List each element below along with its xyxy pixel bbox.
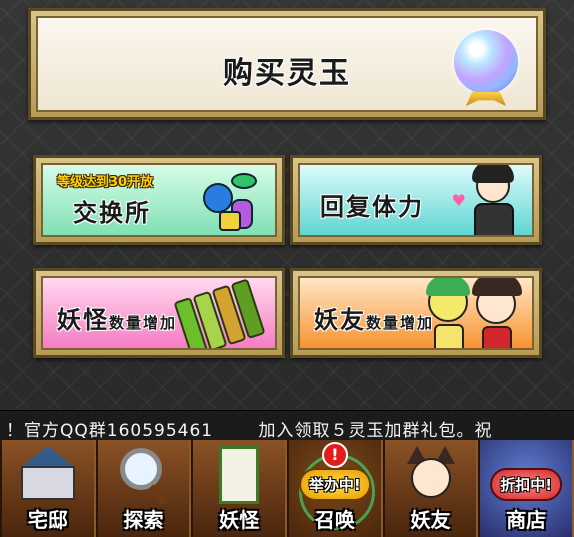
increase-friend-button[interactable]: 妖友数量增加 — [290, 268, 542, 358]
announcement-ticker: ！官方QQ群160595461 加入领取５灵玉加群礼包。祝 — [0, 410, 574, 440]
buy-jade-button[interactable]: 购买灵玉 — [28, 8, 546, 120]
tab-yokai[interactable]: 妖怪 — [191, 440, 288, 537]
yokai-inc-panel: 妖怪数量增加 — [41, 276, 277, 350]
tab-yokai-label: 妖怪 — [219, 508, 260, 532]
exchange-panel: 等级达到30开放 交换所 — [41, 163, 277, 237]
friends-icon — [426, 278, 526, 348]
recover-label: 回复体力 — [320, 193, 424, 221]
exchange-button[interactable]: 等级达到30开放 交换所 — [33, 155, 285, 245]
orb-stand-icon — [466, 92, 506, 106]
yokai-inc-main: 妖怪 — [57, 306, 109, 334]
bottom-tab-bar: 宅邸 探索 妖怪 ! 举办中! 召唤 妖友 折扣中! 商店 — [0, 440, 574, 537]
tab-shop[interactable]: 折扣中! 商店 — [478, 440, 574, 537]
tab-home[interactable]: 宅邸 — [0, 440, 96, 537]
friend-inc-suffix: 数量增加 — [366, 314, 435, 332]
catgirl-icon — [403, 446, 459, 506]
increase-yokai-button[interactable]: 妖怪数量增加 — [33, 268, 285, 358]
tab-explore-label: 探索 — [123, 508, 164, 532]
exchange-unlock-note: 等级达到30开放 — [57, 175, 154, 190]
yokai-inc-label: 妖怪数量增加 — [57, 300, 177, 335]
ticker-message-1: ！官方QQ群160595461 — [6, 421, 214, 440]
shop-sale-badge: 折扣中! — [490, 468, 563, 501]
friend-inc-panel: 妖友数量增加 — [298, 276, 534, 350]
friend-inc-main: 妖友 — [314, 306, 366, 334]
alert-icon: ! — [321, 442, 348, 468]
heart-icon: ♥ — [451, 191, 466, 210]
house-icon — [13, 446, 83, 502]
recover-stamina-button[interactable]: 回复体力 ♥ — [290, 155, 542, 245]
recover-panel: 回复体力 ♥ — [298, 163, 534, 237]
scroll-icon — [211, 446, 267, 506]
tab-summon[interactable]: ! 举办中! 召唤 — [287, 440, 383, 537]
tab-friend-label: 妖友 — [410, 508, 451, 532]
exchange-label: 交换所 — [73, 199, 151, 227]
ticker-message-2: 加入领取５灵玉加群礼包。祝 — [258, 421, 493, 440]
yokai-inc-suffix: 数量增加 — [109, 314, 178, 332]
jade-orb-icon — [454, 30, 518, 94]
potions-icon — [197, 173, 267, 235]
buy-jade-panel: 购买灵玉 — [36, 16, 538, 112]
magnifier-icon — [116, 446, 172, 506]
summon-event-badge: 举办中! — [298, 468, 371, 501]
friend-inc-label: 妖友数量增加 — [314, 300, 434, 335]
tab-summon-label: 召唤 — [314, 508, 355, 532]
tab-explore[interactable]: 探索 — [95, 440, 192, 537]
scrolls-icon — [173, 278, 272, 348]
tab-friend[interactable]: 妖友 — [382, 440, 479, 537]
tab-shop-label: 商店 — [506, 508, 547, 532]
tab-home-label: 宅邸 — [27, 508, 68, 532]
character-icon — [468, 165, 520, 235]
